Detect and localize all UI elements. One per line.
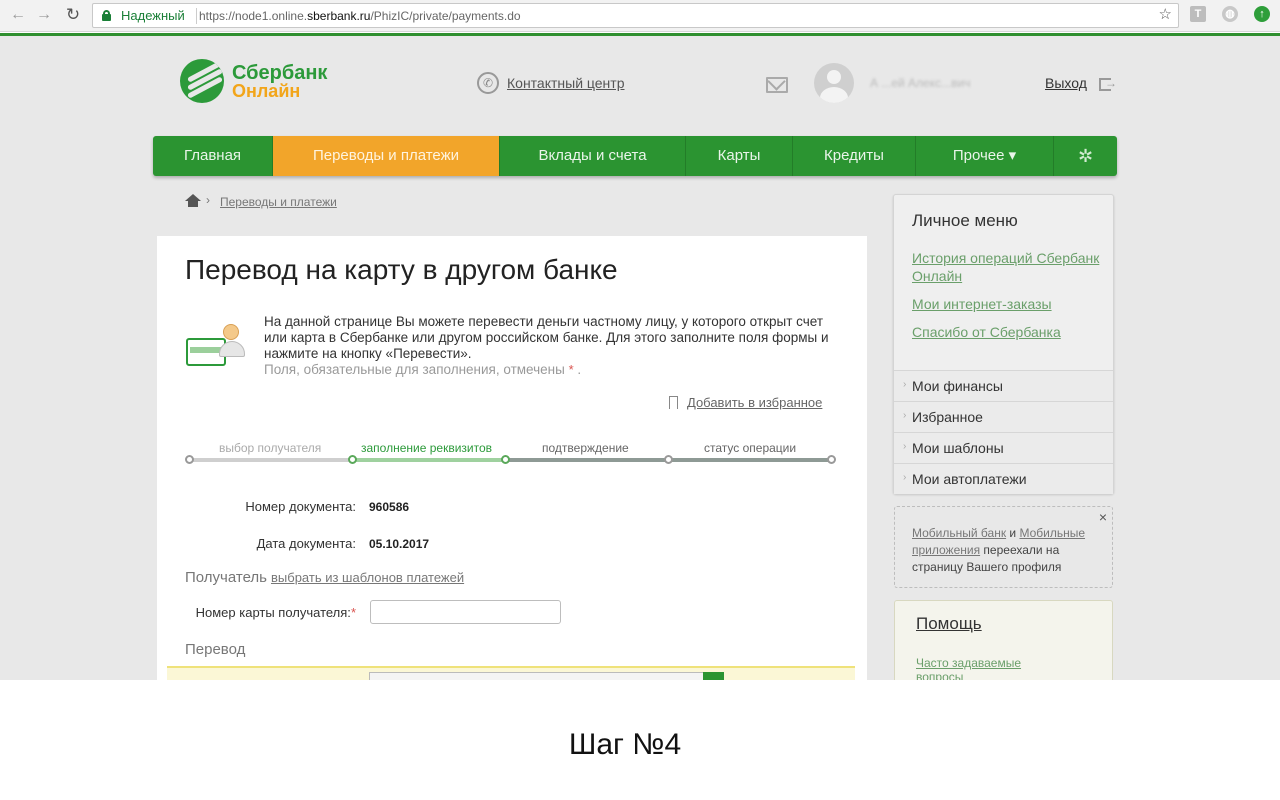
- home-icon[interactable]: [185, 194, 201, 208]
- sidebar-item-favorites[interactable]: › Избранное: [894, 401, 1113, 432]
- menu-item-main[interactable]: Главная: [153, 136, 273, 176]
- select-template-link[interactable]: выбрать из шаблонов платежей: [271, 570, 464, 585]
- menu-settings[interactable]: ✲: [1054, 136, 1117, 176]
- doc-number-label: Номер документа:: [245, 499, 356, 514]
- forward-icon[interactable]: →: [33, 4, 55, 26]
- personal-menu-title: Личное меню: [912, 211, 1018, 230]
- logo-text-online: Онлайн: [232, 81, 301, 101]
- doc-date-label: Дата документа:: [256, 536, 356, 551]
- menu-item-credits[interactable]: Кредиты: [793, 136, 916, 176]
- step-dot: [827, 455, 836, 464]
- close-icon[interactable]: ×: [1099, 509, 1107, 525]
- menu-item-cards[interactable]: Карты: [686, 136, 793, 176]
- sidebar-item-templates[interactable]: › Мои шаблоны: [894, 432, 1113, 463]
- help-title[interactable]: Помощь: [916, 614, 982, 634]
- phone-icon: ✆: [477, 72, 499, 94]
- sidebar-item-autopayments[interactable]: › Мои автоплатежи: [894, 463, 1113, 494]
- help-panel: Помощь Часто задаваемые вопросы: [894, 600, 1113, 680]
- main-menu: Главная Переводы и платежи Вклады и счет…: [153, 136, 1117, 176]
- back-icon[interactable]: ←: [7, 4, 29, 26]
- menu-item-other[interactable]: Прочее ▾: [916, 136, 1054, 176]
- bookmark-icon: [669, 396, 678, 409]
- menu-item-transfers[interactable]: Переводы и платежи: [273, 136, 500, 176]
- sidebar-link-orders[interactable]: Мои интернет-заказы: [912, 295, 1102, 313]
- doc-date-value: 05.10.2017: [369, 537, 430, 551]
- user-name[interactable]: А ...ей Алекс...вич: [870, 76, 970, 90]
- gear-icon: ✲: [1077, 146, 1094, 166]
- step-confirmation: подтверждение: [542, 441, 629, 455]
- step-status: статус операции: [704, 441, 797, 455]
- extension-t-icon[interactable]: T: [1190, 6, 1206, 22]
- top-accent-line: [0, 33, 1280, 36]
- faq-link[interactable]: Часто задаваемые вопросы: [916, 656, 1056, 680]
- logout-link[interactable]: Выход: [1045, 75, 1087, 91]
- menu-item-deposits[interactable]: Вклады и счета: [500, 136, 686, 176]
- sidebar-link-spasibo[interactable]: Спасибо от Сбербанка: [912, 323, 1102, 341]
- extension-update-icon[interactable]: ↑: [1254, 6, 1270, 22]
- breadcrumb-link-transfers[interactable]: Переводы и платежи: [220, 195, 337, 209]
- progress-steps: выбор получателя заполнение реквизитов п…: [185, 441, 836, 465]
- doc-number-value: 960586: [369, 500, 410, 514]
- reload-icon[interactable]: ↻: [62, 4, 84, 26]
- sidebar-item-label: Мои финансы: [912, 378, 1003, 394]
- sberbank-logo-icon: [180, 59, 224, 103]
- page-title: Перевод на карту в другом банке: [185, 254, 618, 285]
- avatar[interactable]: [814, 63, 854, 103]
- mobile-bank-notice: × Мобильный банк и Мобильные приложения …: [894, 506, 1113, 588]
- recipient-section: Получатель выбрать из шаблонов платежей: [185, 569, 464, 586]
- step-track-done: [189, 458, 351, 462]
- step-dot: [185, 455, 194, 464]
- sidebar-link-history[interactable]: История операций Сбербанк Онлайн: [912, 249, 1102, 285]
- contact-center-link[interactable]: Контактный центр: [507, 75, 625, 91]
- recipient-section-title: Получатель: [185, 569, 267, 586]
- page: Сбербанк Онлайн ✆ Контактный центр А ...…: [0, 33, 1280, 680]
- sidebar-item-finances[interactable]: › Мои финансы: [894, 370, 1113, 401]
- chevron-right-icon: ›: [903, 441, 907, 452]
- step-fill-details: заполнение реквизитов: [361, 441, 493, 455]
- intro-text: На данной странице Вы можете перевести д…: [264, 314, 844, 378]
- url-text: https://node1.online.sberbank.ru/PhizIC/…: [199, 9, 521, 23]
- required-note: Поля, обязательные для заполнения, отмеч…: [264, 362, 582, 377]
- address-bar[interactable]: Надежный https://node1.online.sberbank.r…: [92, 3, 1179, 28]
- personal-menu: Личное меню История операций Сбербанк Он…: [893, 194, 1114, 494]
- sidebar-item-label: Мои автоплатежи: [912, 471, 1027, 487]
- chevron-right-icon: ›: [903, 379, 907, 390]
- mobile-bank-link[interactable]: Мобильный банк: [912, 526, 1006, 540]
- step-dot: [664, 455, 673, 464]
- step-dot: [501, 455, 510, 464]
- sidebar-item-label: Мои шаблоны: [912, 440, 1004, 456]
- step-dot: [348, 455, 357, 464]
- lock-icon: [102, 10, 111, 21]
- step-select-recipient: выбор получателя: [219, 441, 322, 455]
- card-number-input[interactable]: [370, 600, 561, 624]
- transfer-form: Перевод на карту в другом банке На данно…: [157, 236, 867, 680]
- notice-text: Мобильный банк и Мобильные приложения пе…: [912, 526, 1086, 574]
- select-button[interactable]: [703, 672, 724, 680]
- sidebar-item-label: Избранное: [912, 409, 983, 425]
- address-separator: [196, 8, 197, 24]
- transfer-section-title: Перевод: [185, 641, 246, 658]
- chevron-right-icon: ›: [206, 193, 210, 207]
- extension-globe-icon[interactable]: ◍: [1222, 6, 1238, 22]
- transfer-select[interactable]: [369, 672, 724, 680]
- secure-label: Надежный: [121, 8, 185, 23]
- bookmark-star-icon[interactable]: ☆: [1159, 5, 1172, 23]
- browser-toolbar: ← → ↻ Надежный https://node1.online.sber…: [0, 0, 1280, 32]
- mail-icon[interactable]: [766, 77, 788, 93]
- intro-description: На данной странице Вы можете перевести д…: [264, 314, 829, 361]
- step-caption: Шаг №4: [568, 728, 682, 761]
- card-number-label: Номер карты получателя:*: [195, 605, 356, 620]
- add-to-favorites-link[interactable]: Добавить в избранное: [687, 395, 822, 410]
- chevron-right-icon: ›: [903, 410, 907, 421]
- step-track-current: [351, 458, 505, 462]
- chevron-right-icon: ›: [903, 472, 907, 483]
- card-transfer-icon: [185, 324, 249, 370]
- logout-icon[interactable]: [1099, 76, 1117, 91]
